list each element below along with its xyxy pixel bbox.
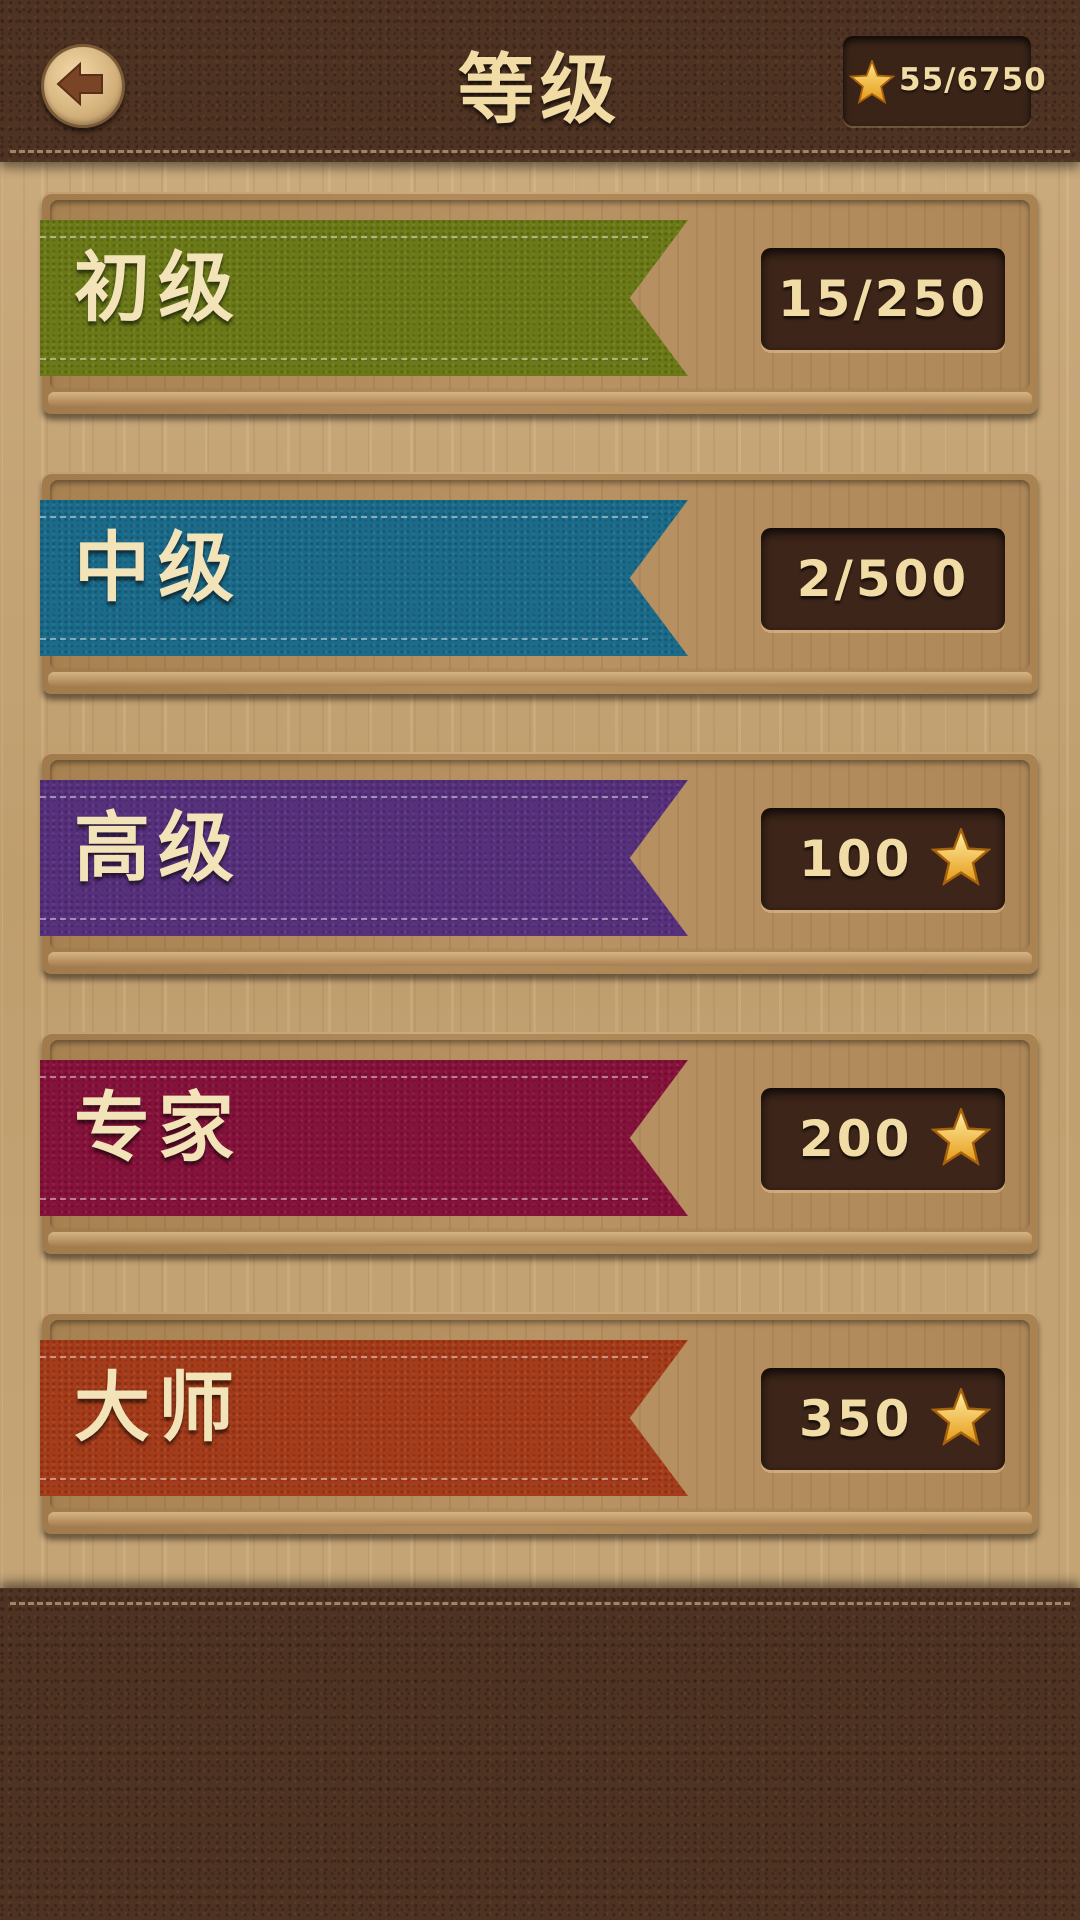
- level-card-advanced[interactable]: 高级 100: [40, 752, 1038, 974]
- level-card-intermediate[interactable]: 中级 2/500: [40, 472, 1038, 694]
- star-icon: [931, 828, 991, 886]
- star-icon: [849, 60, 895, 104]
- level-card-beginner[interactable]: 初级 15/250: [40, 192, 1038, 414]
- level-score-box: 100: [761, 808, 1005, 910]
- level-score: 2/500: [796, 550, 970, 608]
- level-score-box: 15/250: [761, 248, 1005, 350]
- star-total-badge: 55/6750: [843, 36, 1046, 126]
- level-score: 15/250: [777, 270, 989, 328]
- level-card-master[interactable]: 大师 350: [40, 1312, 1038, 1534]
- star-icon: [931, 1108, 991, 1166]
- level-score-box: 350: [761, 1368, 1005, 1470]
- star-icon: [931, 1388, 991, 1446]
- stitching: [10, 1602, 1070, 1605]
- level-label: 中级: [74, 523, 242, 612]
- bottom-bar: [0, 1588, 1080, 1920]
- level-label: 专家: [74, 1083, 242, 1172]
- level-label: 大师: [74, 1363, 242, 1452]
- level-score-box: 2/500: [761, 528, 1005, 630]
- stitching: [10, 150, 1070, 153]
- star-total-text: 55/6750: [899, 62, 1047, 98]
- level-label: 高级: [74, 803, 242, 892]
- level-score: 100: [799, 830, 913, 888]
- level-card-expert[interactable]: 专家 200: [40, 1032, 1038, 1254]
- level-score: 350: [799, 1390, 913, 1448]
- level-score: 200: [799, 1110, 913, 1168]
- level-score-box: 200: [761, 1088, 1005, 1190]
- level-label: 初级: [74, 243, 242, 332]
